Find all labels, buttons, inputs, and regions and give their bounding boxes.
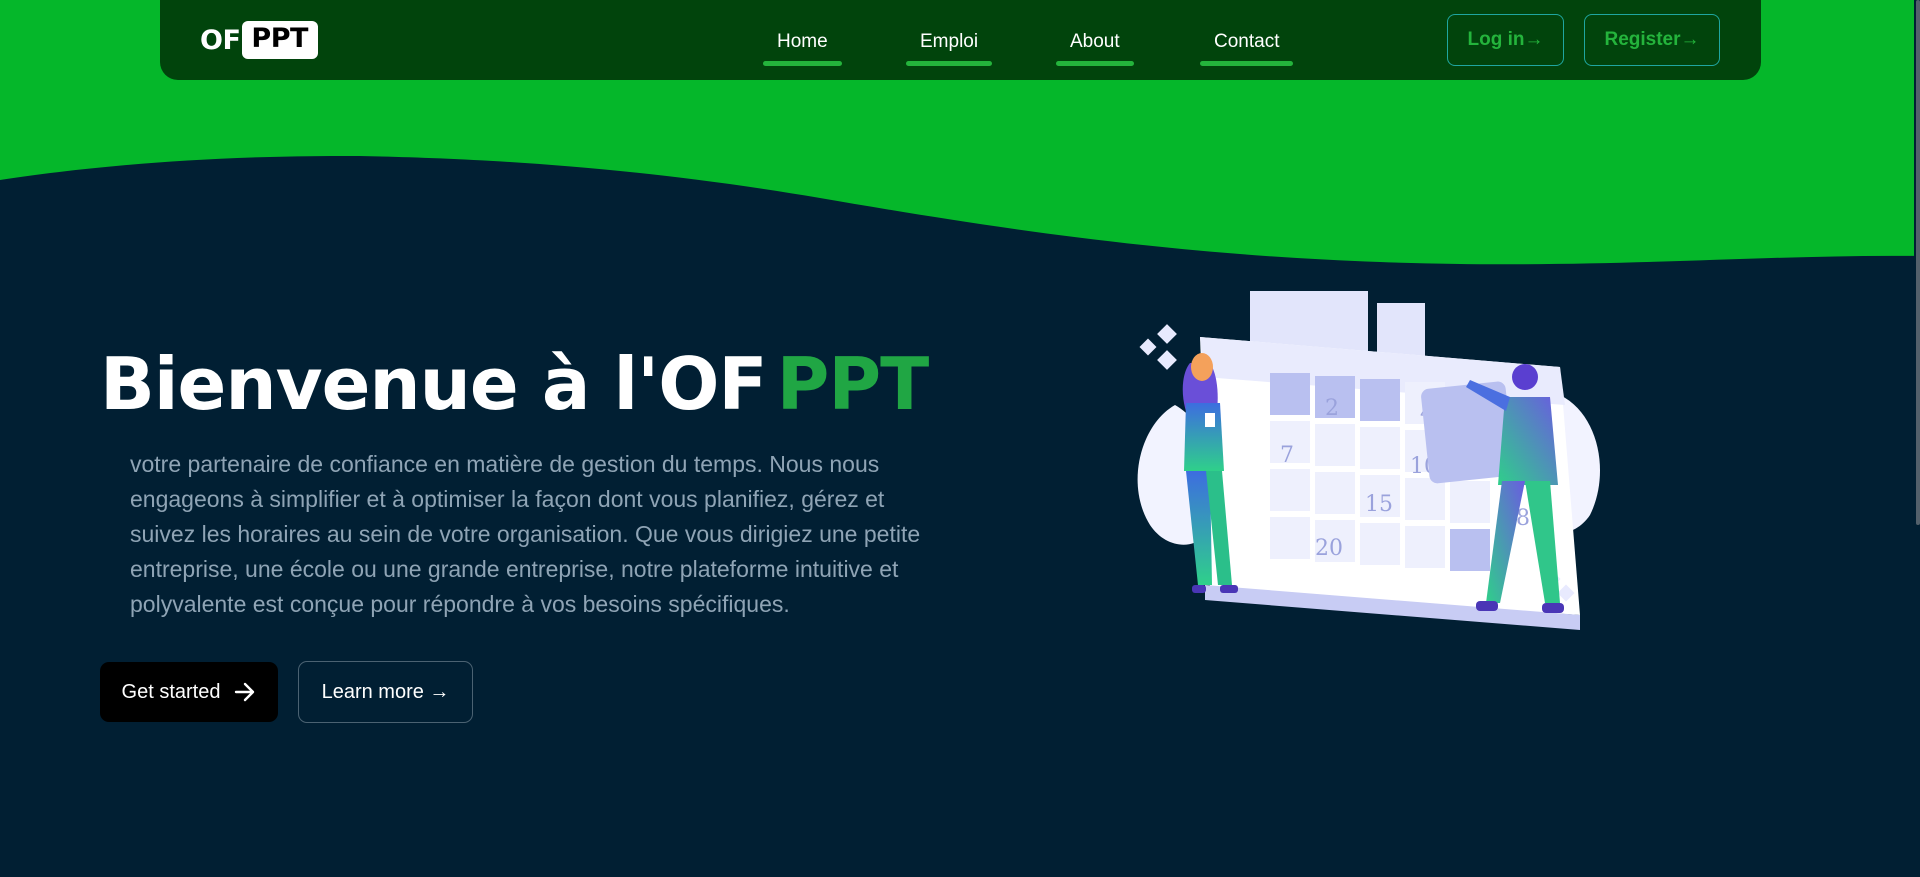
hero-title-accent: PPT — [776, 342, 930, 426]
hero-background — [0, 0, 1920, 877]
calendar-date: 7 — [1280, 443, 1294, 468]
calendar-date: 2 — [1325, 396, 1339, 421]
nav-underline — [1200, 61, 1294, 66]
get-started-label: Get started — [121, 680, 221, 703]
nav-underline — [906, 61, 993, 66]
hero-title: Bienvenue à l'OF PPT — [100, 342, 930, 426]
calendar-date: 15 — [1365, 492, 1393, 517]
page-scrollbar[interactable] — [1914, 0, 1920, 877]
scrollbar-thumb[interactable] — [1916, 0, 1920, 525]
nav-item-emploi-label: Emploi — [920, 31, 979, 52]
login-button[interactable]: Log in→ — [1447, 14, 1564, 66]
nav-item-contact-label: Contact — [1214, 31, 1280, 52]
nav-item-home[interactable]: Home — [763, 31, 842, 66]
nav-item-emploi[interactable]: Emploi — [906, 31, 993, 66]
nav-underline — [1056, 61, 1134, 66]
nav-item-home-label: Home — [777, 31, 828, 52]
calendar-date: 20 — [1315, 536, 1343, 561]
learn-more-label: Learn more → — [321, 680, 450, 703]
nav-item-contact[interactable]: Contact — [1200, 31, 1294, 66]
logo-ppt-badge: PPT — [242, 21, 318, 59]
arrow-right-icon — [235, 682, 255, 702]
logo-of-text: OF — [200, 24, 241, 56]
calendar-illustration: 2 4 7 10 15 18 20 — [1137, 291, 1600, 630]
nav-underline — [763, 61, 842, 66]
register-button[interactable]: Register→ — [1584, 14, 1720, 66]
learn-more-button[interactable]: Learn more → — [298, 661, 473, 723]
top-navbar: OF PPT Home Emploi About Contact Log in→… — [160, 0, 1761, 80]
hero-title-main: Bienvenue à l'OF — [100, 342, 768, 426]
get-started-button[interactable]: Get started — [100, 662, 278, 722]
nav-item-about-label: About — [1070, 31, 1120, 52]
nav-item-about[interactable]: About — [1056, 31, 1134, 66]
hero-description: votre partenaire de confiance en matière… — [130, 451, 921, 617]
brand-logo[interactable]: OF PPT — [200, 21, 318, 59]
